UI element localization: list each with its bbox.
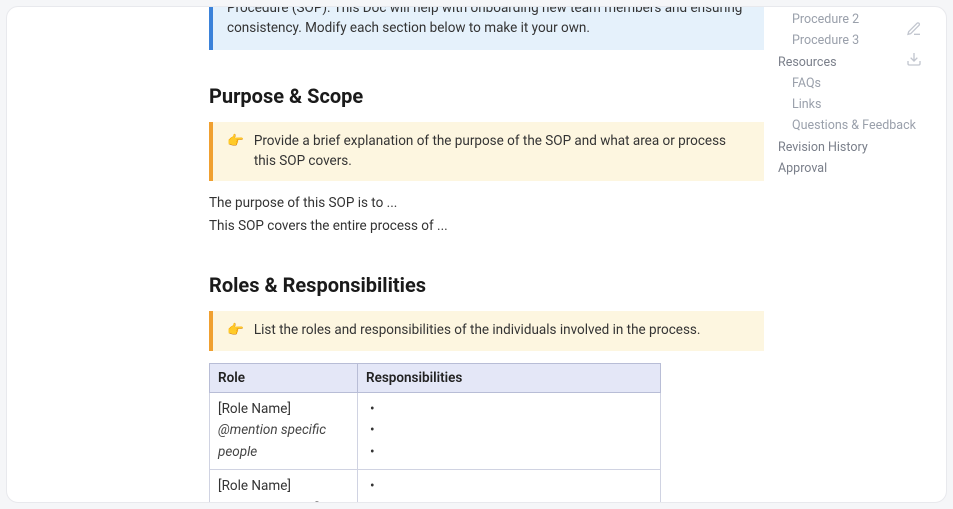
purpose-callout-text: Provide a brief explanation of the purpo… <box>254 132 750 171</box>
table-row[interactable]: [Role Name] @mention specific people <box>210 470 661 503</box>
document-body: Procedure (SOP). This Doc will help with… <box>209 6 764 503</box>
role-mention: @mention specific people <box>218 422 326 460</box>
outline-item[interactable]: Questions & Feedback <box>778 115 928 136</box>
purpose-callout: 👉 Provide a brief explanation of the pur… <box>209 122 764 181</box>
outline-item[interactable]: Links <box>778 94 928 115</box>
role-name: [Role Name] <box>218 478 291 494</box>
purpose-body-2[interactable]: This SOP covers the entire process of ..… <box>209 216 764 237</box>
roles-table: Role Responsibilities [Role Name] @menti… <box>209 363 661 503</box>
role-name: [Role Name] <box>218 401 291 417</box>
table-row[interactable]: [Role Name] @mention specific people <box>210 392 661 470</box>
responsibilities-cell[interactable] <box>358 470 661 503</box>
responsibilities-cell[interactable] <box>358 392 661 470</box>
edit-icon[interactable] <box>906 21 922 37</box>
roles-heading: Roles & Responsibilities <box>209 273 764 297</box>
role-header: Role <box>210 363 358 392</box>
purpose-heading: Purpose & Scope <box>209 84 764 108</box>
roles-callout-text: List the roles and responsibilities of t… <box>254 321 701 341</box>
intro-line1: Procedure (SOP). This Doc will help with… <box>227 6 742 16</box>
roles-callout: 👉 List the roles and responsibilities of… <box>209 311 764 351</box>
intro-callout: Procedure (SOP). This Doc will help with… <box>209 6 764 50</box>
outline-item[interactable]: FAQs <box>778 73 928 94</box>
pointer-icon: 👉 <box>227 321 244 341</box>
responsibilities-header: Responsibilities <box>358 363 661 392</box>
pointer-icon: 👉 <box>227 132 244 152</box>
role-mention: @mention specific people <box>218 500 326 503</box>
purpose-body-1[interactable]: The purpose of this SOP is to ... <box>209 193 764 214</box>
outline-item[interactable]: Approval <box>778 158 928 179</box>
download-icon[interactable] <box>906 51 922 67</box>
outline-item[interactable]: Revision History <box>778 137 928 158</box>
intro-line2: consistency. Modify each section below t… <box>227 20 590 36</box>
document-window: Procedure (SOP). This Doc will help with… <box>6 6 947 503</box>
